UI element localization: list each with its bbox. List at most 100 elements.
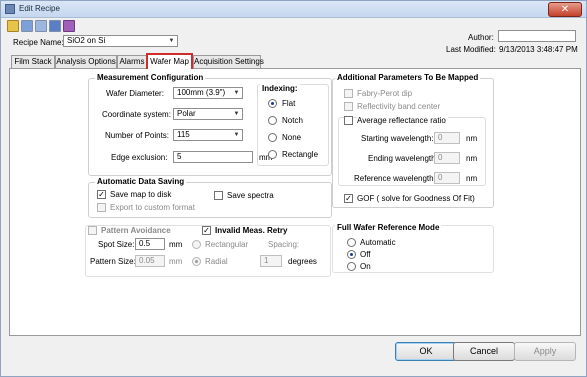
- reference-automatic-radio[interactable]: [347, 238, 356, 247]
- save-spectra-checkbox[interactable]: [214, 191, 223, 200]
- indexing-flat-radio[interactable]: [268, 99, 277, 108]
- spacing-label: Spacing:: [268, 240, 300, 249]
- chevron-down-icon: ▼: [233, 90, 240, 96]
- rectangular-radio[interactable]: [192, 240, 201, 249]
- chevron-down-icon: ▼: [233, 132, 240, 138]
- invalid-retry-label: Invalid Meas. Retry: [215, 226, 288, 235]
- tab-analysis-options[interactable]: Analysis Options: [55, 55, 117, 68]
- number-of-points-label: Number of Points:: [105, 131, 170, 140]
- recipe-name-combo[interactable]: SiO2 on Si ▼: [63, 35, 178, 47]
- ok-button[interactable]: OK: [395, 342, 457, 361]
- reference-automatic-label: Automatic: [360, 238, 396, 247]
- avg-reflectance-label: Average reflectance ratio: [357, 116, 448, 125]
- app-icon: [5, 4, 15, 14]
- indexing-none-label: None: [282, 133, 302, 142]
- data-saving-title: Automatic Data Saving: [95, 177, 187, 186]
- rectangular-label: Rectangular: [205, 240, 249, 249]
- export-icon[interactable]: [49, 20, 61, 32]
- reflectivity-checkbox[interactable]: [344, 102, 353, 111]
- save-icon[interactable]: [21, 20, 33, 32]
- ref-wavelength-field[interactable]: 0: [434, 172, 460, 184]
- start-wavelength-label: Starting wavelength:: [361, 134, 434, 143]
- coordinate-system-value: Polar: [177, 109, 196, 118]
- coordinate-system-label: Coordinate system:: [102, 110, 171, 119]
- pattern-avoidance-checkbox[interactable]: [88, 226, 97, 235]
- pattern-size-field[interactable]: 0.05: [135, 255, 165, 267]
- gof-checkbox[interactable]: ✓: [344, 194, 353, 203]
- ref-wavelength-unit: nm: [466, 174, 478, 183]
- tab-film-stack[interactable]: Film Stack: [11, 55, 55, 68]
- pattern-avoidance-group: Pattern Avoidance ✓ Invalid Meas. Retry …: [85, 225, 331, 277]
- settings-icon[interactable]: [63, 20, 75, 32]
- wafer-diameter-label: Wafer Diameter:: [106, 89, 164, 98]
- save-spectra-label: Save spectra: [227, 191, 274, 200]
- tab-alarms[interactable]: Alarms: [117, 55, 147, 68]
- indexing-rectangle-radio[interactable]: [268, 150, 277, 159]
- spacing-field[interactable]: 1: [260, 255, 282, 267]
- spacing-value: 1: [264, 256, 269, 265]
- open-folder-icon[interactable]: [7, 20, 19, 32]
- wafer-diameter-select[interactable]: 100mm (3.9") ▼: [173, 87, 243, 99]
- tab-acquisition-settings[interactable]: Acquisition Settings: [193, 55, 264, 68]
- indexing-group: Indexing: Flat Notch None Rectangle: [257, 84, 329, 166]
- window-title: Edit Recipe: [19, 4, 60, 13]
- reference-off-radio[interactable]: [347, 250, 356, 259]
- start-wavelength-field[interactable]: 0: [434, 132, 460, 144]
- fabry-perot-checkbox[interactable]: [344, 89, 353, 98]
- indexing-notch-label: Notch: [282, 116, 303, 125]
- data-saving-group: Automatic Data Saving ✓ Save map to disk…: [88, 177, 332, 218]
- spot-size-unit: mm: [169, 240, 183, 249]
- edge-exclusion-label: Edge exclusion:: [111, 153, 168, 162]
- chevron-down-icon: ▼: [233, 111, 240, 117]
- title-bar: Edit Recipe ✕: [1, 1, 586, 18]
- reference-on-radio[interactable]: [347, 262, 356, 271]
- reference-mode-title: Full Wafer Reference Mode: [335, 223, 442, 232]
- edge-exclusion-field[interactable]: 5: [173, 151, 253, 163]
- avg-reflectance-checkbox[interactable]: [344, 116, 353, 125]
- invalid-retry-checkbox[interactable]: ✓: [202, 226, 211, 235]
- start-wavelength-unit: nm: [466, 134, 478, 143]
- fabry-perot-label: Fabry-Perot dip: [357, 89, 413, 98]
- reference-mode-group: Full Wafer Reference Mode Automatic Off …: [332, 223, 494, 273]
- radial-label: Radial: [205, 257, 228, 266]
- spot-size-value: 0.5: [139, 239, 151, 248]
- end-wavelength-label: Ending wavelength:: [368, 154, 438, 163]
- wafer-map-panel: Measurement Configuration Wafer Diameter…: [9, 68, 581, 336]
- cancel-button[interactable]: Cancel: [453, 342, 515, 361]
- indexing-notch-radio[interactable]: [268, 116, 277, 125]
- measurement-config-title: Measurement Configuration: [95, 73, 206, 82]
- edit-recipe-window: Edit Recipe ✕ Recipe Name: SiO2 on Si ▼ …: [0, 0, 587, 377]
- measurement-config-group: Measurement Configuration Wafer Diameter…: [88, 73, 332, 176]
- end-wavelength-field[interactable]: 0: [434, 152, 460, 164]
- additional-params-title: Additional Parameters To Be Mapped: [335, 73, 481, 82]
- close-icon: ✕: [560, 4, 570, 15]
- radial-radio[interactable]: [192, 257, 201, 266]
- pattern-size-unit: mm: [169, 257, 183, 266]
- start-wavelength-value: 0: [438, 133, 443, 142]
- tab-wafer-map[interactable]: Wafer Map: [146, 53, 193, 69]
- number-of-points-select[interactable]: 115 ▼: [173, 129, 243, 141]
- last-modified-value: 9/13/2013 3:48:47 PM: [499, 45, 578, 54]
- spot-size-field[interactable]: 0.5: [135, 238, 165, 250]
- spacing-unit: degrees: [288, 257, 317, 266]
- apply-button[interactable]: Apply: [514, 342, 576, 361]
- reflectivity-label: Reflectivity band center: [357, 102, 441, 111]
- indexing-rectangle-label: Rectangle: [282, 150, 319, 159]
- export-custom-label: Export to custom format: [110, 203, 195, 212]
- author-label: Author:: [468, 33, 494, 42]
- end-wavelength-unit: nm: [466, 154, 478, 163]
- save-map-checkbox[interactable]: ✓: [97, 190, 106, 199]
- coordinate-system-select[interactable]: Polar ▼: [173, 108, 243, 120]
- end-wavelength-value: 0: [438, 153, 443, 162]
- indexing-flat-label: Flat: [282, 99, 296, 108]
- author-field[interactable]: [498, 30, 576, 42]
- wafer-diameter-value: 100mm (3.9"): [177, 88, 226, 97]
- save-as-icon[interactable]: [35, 20, 47, 32]
- export-custom-checkbox[interactable]: [97, 203, 106, 212]
- close-button[interactable]: ✕: [548, 2, 582, 17]
- reference-off-label: Off: [360, 250, 371, 259]
- pattern-avoidance-label: Pattern Avoidance: [101, 226, 171, 235]
- number-of-points-value: 115: [177, 130, 190, 139]
- indexing-none-radio[interactable]: [268, 133, 277, 142]
- last-modified-label: Last Modified:: [446, 45, 496, 54]
